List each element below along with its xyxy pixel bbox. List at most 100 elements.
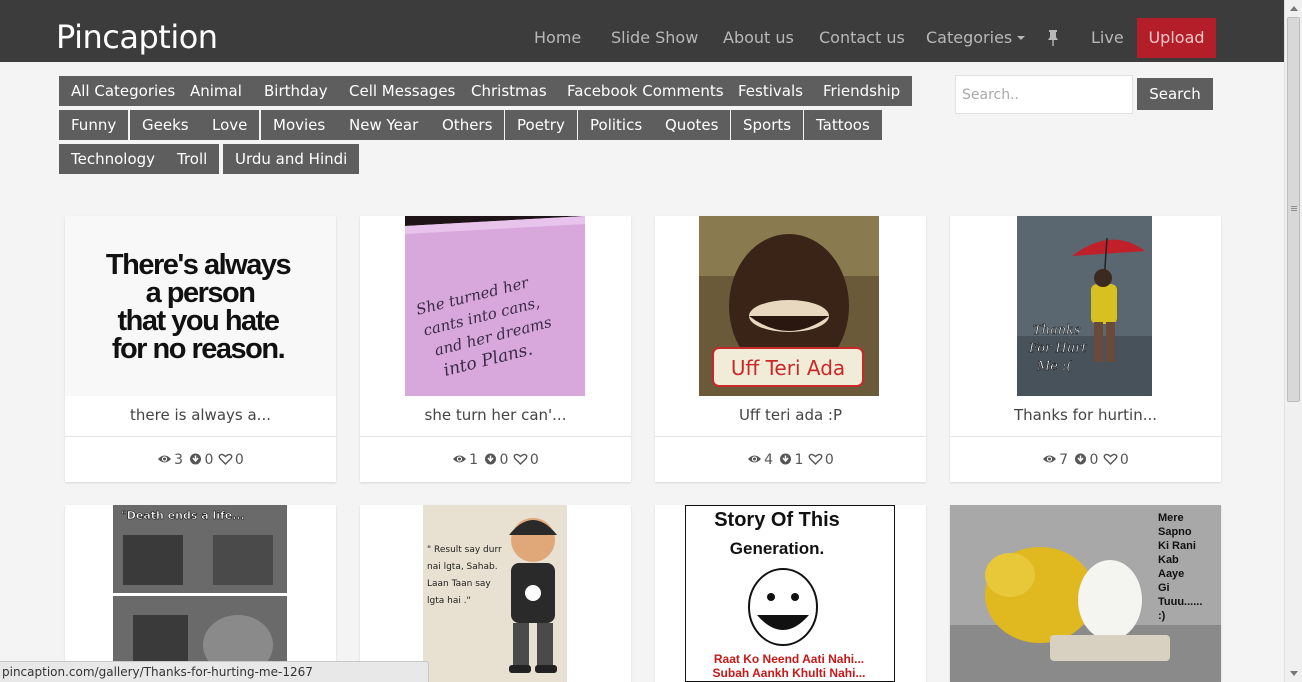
card-title[interactable]: Thanks for hurtin... (950, 406, 1221, 424)
card-divider (950, 436, 1221, 437)
scroll-down-arrow-icon[interactable] (1285, 665, 1302, 682)
nav-slide-show[interactable]: Slide Show (611, 28, 698, 47)
image-text: Aaye (1158, 568, 1184, 580)
category-christmas[interactable]: Christmas (459, 76, 559, 106)
card-divider (655, 436, 926, 437)
nav-home[interactable]: Home (534, 28, 581, 47)
views-count: 1 (469, 452, 479, 468)
scroll-grip (1291, 206, 1297, 207)
heart-icon[interactable] (218, 453, 233, 465)
image-text: Thanks (1033, 323, 1081, 338)
category-urdu-and-hindi[interactable]: Urdu and Hindi (223, 144, 360, 174)
top-navbar: Pincaption Home Slide Show About us Cont… (0, 0, 1284, 62)
category-tattoos[interactable]: Tattoos (804, 110, 882, 140)
gallery-card: Mere Sapno Ki Rani Kab Aaye Gi Tuuu.....… (950, 505, 1221, 682)
vertical-scrollbar[interactable] (1284, 0, 1302, 682)
card-divider (360, 436, 631, 437)
scrollbar-thumb[interactable] (1287, 17, 1300, 402)
image-text: Me :( (1036, 359, 1073, 374)
image-text: Story Of This (714, 509, 840, 531)
download-icon (779, 453, 791, 465)
search-input[interactable] (955, 75, 1133, 114)
chevron-down-icon (1017, 35, 1026, 40)
gallery-card: She turned her cants into cans, and her … (360, 216, 631, 482)
category-birthday[interactable]: Birthday (252, 76, 340, 106)
views-count: 7 (1059, 452, 1069, 468)
eye-icon (158, 455, 172, 463)
category-poetry[interactable]: Poetry (505, 110, 577, 140)
gallery-card: Thanks For Hurt Me :( Thanks for hurtin.… (950, 216, 1221, 482)
likes-count: 0 (234, 452, 244, 468)
heart-icon[interactable] (808, 453, 823, 465)
gallery-card: Uff Teri Ada Uff teri ada :P 4 1 0 (655, 216, 926, 482)
eye-icon (1043, 455, 1057, 463)
category-politics[interactable]: Politics (578, 110, 655, 140)
category-geeks[interactable]: Geeks (130, 110, 201, 140)
card-title[interactable]: she turn her can'... (360, 406, 631, 424)
scroll-up-arrow-icon[interactable] (1285, 0, 1302, 17)
nav-categories-dropdown[interactable]: Categories (926, 28, 1026, 47)
search-button[interactable]: Search (1137, 78, 1213, 110)
image-text: Uff Teri Ada (731, 356, 845, 380)
upload-button[interactable]: Upload (1137, 18, 1216, 58)
views-count: 4 (764, 452, 774, 468)
heart-icon[interactable] (513, 453, 528, 465)
category-love[interactable]: Love (200, 110, 260, 140)
card-stats: 3 0 0 (65, 452, 336, 468)
card-image[interactable]: There's always a person that you hate fo… (65, 216, 336, 396)
nav-contact-us[interactable]: Contact us (819, 28, 905, 47)
gallery-card: " Result say durr nai lgta, Sahab. Laan … (360, 505, 631, 682)
likes-count: 0 (529, 452, 539, 468)
card-image[interactable]: Uff Teri Ada (699, 216, 879, 396)
downloads-count: 1 (794, 452, 804, 468)
category-technology[interactable]: Technology (59, 144, 168, 174)
gallery-card: Story Of This Generation. Raat Ko Neend … (655, 505, 926, 682)
card-stats: 4 1 0 (655, 452, 926, 468)
browser-status-bar: pincaption.com/gallery/Thanks-for-hurtin… (0, 661, 429, 682)
download-icon (484, 453, 496, 465)
category-new-year[interactable]: New Year (337, 110, 431, 140)
category-animal[interactable]: Animal (178, 76, 254, 106)
category-movies[interactable]: Movies (261, 110, 338, 140)
download-icon (1074, 453, 1086, 465)
pin-icon[interactable] (1046, 29, 1060, 47)
card-image[interactable]: " Result say durr nai lgta, Sahab. Laan … (423, 505, 567, 682)
nav-live[interactable]: Live (1091, 28, 1124, 47)
card-stats: 1 0 0 (360, 452, 631, 468)
image-text: Generation. (730, 539, 824, 558)
card-divider (65, 436, 336, 437)
category-funny[interactable]: Funny (59, 110, 129, 140)
category-troll[interactable]: Troll (165, 144, 220, 174)
image-text: for no reason. (112, 333, 285, 365)
card-image[interactable]: "Death ends a life... (113, 505, 287, 682)
card-image[interactable]: Story Of This Generation. Raat Ko Neend … (685, 505, 895, 682)
card-image[interactable]: She turned her cants into cans, and her … (405, 216, 585, 396)
download-icon (189, 453, 201, 465)
image-text: Mere (1158, 512, 1184, 524)
category-cell-messages[interactable]: Cell Messages (337, 76, 468, 106)
likes-count: 0 (1119, 452, 1129, 468)
image-text: For Hurt (1028, 341, 1087, 356)
scroll-grip (1291, 210, 1297, 211)
gallery-card: "Death ends a life... (65, 505, 336, 682)
card-image[interactable]: Thanks For Hurt Me :( (1017, 216, 1152, 396)
image-text: Ki Rani (1158, 540, 1196, 552)
card-title[interactable]: there is always a... (65, 406, 336, 424)
category-all-categories[interactable]: All Categories (59, 76, 188, 106)
card-title[interactable]: Uff teri ada :P (655, 406, 926, 424)
downloads-count: 0 (204, 452, 214, 468)
views-count: 3 (174, 452, 184, 468)
category-others[interactable]: Others (430, 110, 505, 140)
heart-icon[interactable] (1103, 453, 1118, 465)
nav-about-us[interactable]: About us (723, 28, 794, 47)
category-facebook-comments[interactable]: Facebook Comments (555, 76, 736, 106)
image-text: lgta hai ." (427, 596, 471, 606)
image-text: "Death ends a life... (121, 509, 245, 522)
category-quotes[interactable]: Quotes (653, 110, 731, 140)
card-image[interactable]: Mere Sapno Ki Rani Kab Aaye Gi Tuuu.....… (950, 505, 1221, 682)
category-sports[interactable]: Sports (731, 110, 804, 140)
brand-logo[interactable]: Pincaption (56, 18, 218, 56)
category-friendship[interactable]: Friendship (811, 76, 913, 106)
category-festivals[interactable]: Festivals (726, 76, 815, 106)
image-text: :) (1158, 610, 1166, 622)
